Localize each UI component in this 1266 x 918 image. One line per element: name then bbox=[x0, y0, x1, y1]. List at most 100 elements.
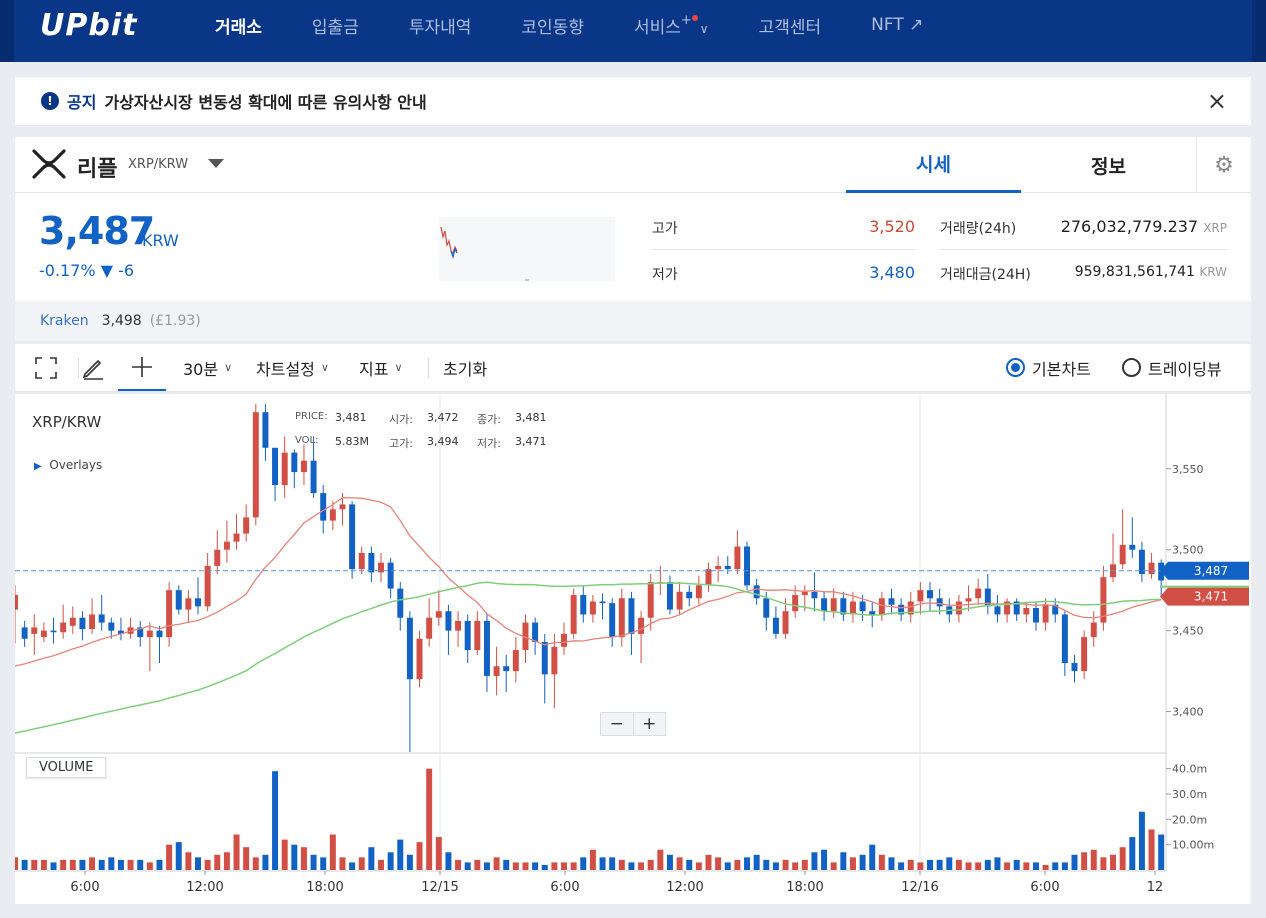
candle-body bbox=[570, 595, 577, 634]
upbit-logo[interactable]: UPbit bbox=[40, 8, 137, 43]
candle-body bbox=[551, 646, 558, 675]
coin-select-caret-icon[interactable] bbox=[208, 159, 224, 168]
candle-body bbox=[108, 622, 115, 631]
candle-body bbox=[1081, 637, 1088, 672]
candle-body bbox=[483, 620, 490, 676]
zoom-in-button[interactable]: + bbox=[634, 713, 666, 735]
candle-body bbox=[936, 598, 943, 607]
candle-body bbox=[281, 452, 288, 485]
candle-body bbox=[50, 630, 57, 633]
candle-body bbox=[955, 601, 962, 615]
moving-average-short-line bbox=[14, 497, 1162, 667]
volume-bar bbox=[927, 859, 934, 870]
tab-info[interactable]: 정보 bbox=[1021, 137, 1196, 193]
kraken-label[interactable]: Kraken bbox=[40, 313, 89, 329]
volume-bar bbox=[955, 859, 962, 870]
low-label: 저가: bbox=[477, 437, 501, 450]
volume-bar bbox=[310, 854, 317, 870]
volume-bar bbox=[946, 857, 953, 870]
candle-body bbox=[493, 666, 500, 676]
volume-bar bbox=[705, 854, 712, 870]
volume-bar bbox=[1129, 837, 1136, 870]
x-tick-label: 18:00 bbox=[786, 880, 823, 895]
candle-body bbox=[464, 620, 471, 651]
candle-body bbox=[146, 630, 153, 638]
notice-message[interactable]: 가상자산시장 변동성 확대에 따른 유의사항 안내 bbox=[104, 89, 426, 113]
basic-chart-radio[interactable]: 기본차트 bbox=[1006, 344, 1091, 391]
zoom-out-button[interactable]: − bbox=[601, 713, 634, 735]
candle-body bbox=[310, 460, 317, 494]
candle-body bbox=[474, 620, 481, 651]
volume-bar bbox=[551, 862, 558, 870]
zoom-controls: − + bbox=[600, 712, 666, 736]
volume-bar bbox=[840, 852, 847, 870]
nav-deposit-withdraw[interactable]: 입출금 bbox=[312, 13, 359, 38]
interval-dropdown[interactable]: 30분 ∨ bbox=[183, 344, 232, 391]
pencil-icon[interactable] bbox=[81, 344, 105, 391]
candle-body bbox=[744, 546, 751, 586]
candle-body bbox=[60, 622, 67, 633]
volume-tick-label: 30.0m bbox=[1172, 788, 1207, 801]
chart-toolbar: 30분 ∨ 차트설정 ∨ 지표 ∨ 초기화 기본차트 트레이딩뷰 bbox=[15, 344, 1251, 392]
top-navigation-bar: UPbit 거래소 입출금 투자내역 코인동향 서비스+ ∨ 고객센터 NFT ↗ bbox=[0, 0, 1266, 62]
indicators-dropdown[interactable]: 지표 ∨ bbox=[359, 344, 403, 391]
candle-body bbox=[175, 590, 182, 610]
nav-investments[interactable]: 투자내역 bbox=[409, 13, 472, 38]
candle-body bbox=[878, 598, 885, 615]
candle-body bbox=[782, 611, 789, 634]
volume-bar bbox=[522, 862, 529, 870]
candle-body bbox=[243, 517, 250, 534]
volume-bar bbox=[561, 862, 567, 870]
y-tick-label: 3,500 bbox=[1172, 544, 1204, 557]
chart-settings-dropdown[interactable]: 차트설정 ∨ bbox=[256, 344, 329, 391]
volume-bar bbox=[146, 862, 153, 870]
notice-tag: 공지 bbox=[67, 93, 97, 112]
volume-pane-title: VOLUME bbox=[26, 757, 107, 778]
nav-exchange[interactable]: 거래소 bbox=[215, 13, 262, 38]
volume-bar bbox=[156, 859, 163, 870]
notice-banner: ! 공지 가상자산시장 변동성 확대에 따른 유의사항 안내 × bbox=[15, 77, 1251, 125]
volume-bar bbox=[869, 844, 876, 870]
price-chart[interactable]: 6:00 12:00 18:00 12/15 6:00 12:00 18:00 12/16 6:… bbox=[12, 394, 1251, 904]
separator bbox=[428, 358, 429, 378]
volume-tick-label: 10.00m bbox=[1172, 839, 1214, 852]
candle-body bbox=[599, 601, 606, 604]
candle-body bbox=[580, 595, 587, 615]
candle-body bbox=[628, 598, 635, 634]
volume-bar bbox=[1119, 847, 1126, 870]
fullscreen-icon[interactable] bbox=[35, 344, 59, 391]
gear-icon[interactable]: ⚙ bbox=[1196, 137, 1251, 193]
tab-quote[interactable]: 시세 bbox=[846, 137, 1021, 193]
volume-bar bbox=[416, 842, 423, 870]
candle-body bbox=[503, 666, 510, 672]
nav-coin-trends[interactable]: 코인동향 bbox=[521, 13, 584, 38]
volume-bar bbox=[570, 862, 577, 870]
candle-body bbox=[1061, 614, 1068, 663]
volume-bar bbox=[272, 771, 279, 870]
nav-services[interactable]: 서비스+ ∨ bbox=[634, 13, 709, 38]
volume-bar bbox=[69, 859, 76, 870]
candle-body bbox=[349, 504, 356, 570]
volume-bar bbox=[223, 852, 230, 870]
candlestick-chart-svg[interactable]: 6:00 12:00 18:00 12/15 6:00 12:00 18:00 12/16 6:… bbox=[12, 394, 1251, 904]
nav-customer-center[interactable]: 고객센터 bbox=[759, 13, 822, 38]
volume-bar bbox=[387, 852, 394, 870]
volume-number: 276,032,779.237 bbox=[1060, 217, 1199, 236]
volume-value: 276,032,779.237 XRP bbox=[1025, 217, 1227, 236]
crosshair-icon[interactable] bbox=[118, 344, 166, 391]
close-icon[interactable]: × bbox=[1207, 87, 1227, 115]
candle-body bbox=[12, 595, 18, 610]
candle-body bbox=[821, 598, 828, 612]
tradingview-radio[interactable]: 트레이딩뷰 bbox=[1122, 344, 1222, 391]
reset-button[interactable]: 초기화 bbox=[443, 344, 487, 391]
ohlc-info: PRICE: 3,481 시가: 3,472 종가: 3,481 VOL: 5.83M … bbox=[295, 411, 547, 451]
candle-body bbox=[89, 614, 96, 630]
tradingview-label: 트레이딩뷰 bbox=[1148, 359, 1222, 379]
nav-nft[interactable]: NFT ↗ bbox=[871, 15, 923, 35]
volume-bar bbox=[483, 862, 490, 870]
volume-bar bbox=[1100, 857, 1107, 870]
volume-bar bbox=[108, 857, 115, 870]
overlays-toggle[interactable]: ▶ Overlays bbox=[34, 458, 102, 472]
current-price: 3,487 bbox=[39, 209, 155, 253]
volume-bar bbox=[811, 852, 818, 870]
